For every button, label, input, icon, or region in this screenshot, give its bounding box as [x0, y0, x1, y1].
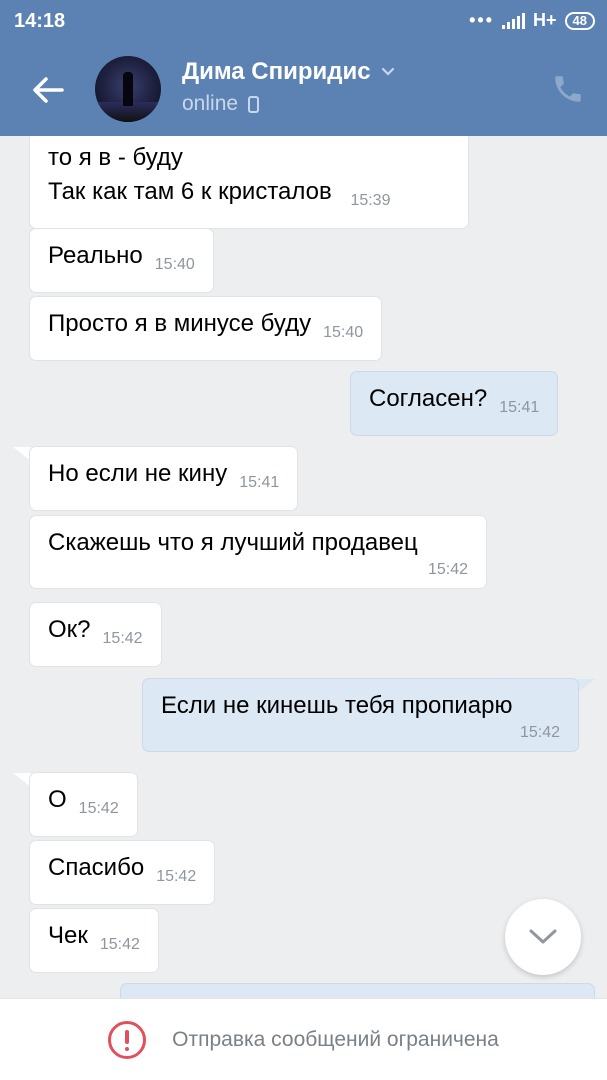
network-type: H+ — [533, 10, 557, 30]
message-incoming[interactable]: Спасибо 15:42 — [29, 840, 216, 905]
message-text: Если не кинешь тебя пропиарю — [161, 692, 513, 719]
message-incoming[interactable]: Чек 15:42 — [29, 908, 159, 973]
message-time: 15:39 — [350, 192, 391, 209]
message-text: Чек — [48, 922, 88, 949]
message-incoming[interactable]: О 15:42 — [29, 772, 138, 837]
notification-dots-icon: ••• — [469, 10, 495, 30]
status-bar: 14:18 ••• H+ 48 — [0, 0, 607, 42]
message-outgoing[interactable]: Согласен? 15:41 — [350, 371, 559, 436]
message-time: 15:42 — [99, 936, 140, 953]
message-time: 15:42 — [102, 630, 143, 647]
status-indicators: ••• H+ 48 — [469, 10, 595, 31]
message-incoming[interactable]: Реально 15:40 — [29, 228, 214, 293]
battery-icon: 48 — [564, 11, 595, 30]
signal-icon — [502, 12, 526, 29]
message-incoming[interactable]: Ок? 15:42 — [29, 602, 162, 667]
message-text: Реально — [48, 242, 143, 269]
message-text-line: Так как там 6 к кристалов — [48, 178, 332, 205]
message-outgoing-partial[interactable] — [120, 983, 595, 998]
message-incoming[interactable]: Но если не кину 15:41 — [29, 446, 299, 511]
restriction-notice: Отправка сообщений ограничена — [172, 1027, 499, 1051]
message-text: О — [48, 786, 67, 813]
app-header: 14:18 ••• H+ 48 Дима Спиридис online — [0, 0, 607, 136]
contact-name: Дима Спиридис — [182, 58, 371, 85]
presence-status: online — [182, 92, 239, 115]
message-text: Согласен? — [369, 385, 488, 412]
message-text: Ок? — [48, 616, 91, 643]
message-time: 15:42 — [427, 561, 468, 578]
message-time: 15:42 — [78, 800, 119, 817]
scroll-down-button[interactable] — [505, 899, 581, 975]
chat-header: Дима Спиридис online — [0, 42, 607, 136]
avatar[interactable] — [95, 56, 161, 122]
mobile-phone-icon — [248, 95, 260, 113]
message-time: 15:42 — [156, 868, 197, 885]
message-incoming[interactable]: Скажешь что я лучший продавец 15:42 — [29, 515, 487, 589]
message-time: 15:42 — [519, 724, 560, 741]
back-arrow-icon[interactable] — [28, 70, 68, 110]
bubble-tail — [577, 679, 595, 693]
scroll-down-icon — [529, 929, 557, 944]
status-time: 14:18 — [14, 10, 66, 32]
message-outgoing[interactable]: Если не кинешь тебя пропиарю 15:42 — [142, 678, 579, 752]
message-text-line: то я в - буду — [48, 144, 183, 171]
message-incoming[interactable]: Просто я в минусе буду 15:40 — [29, 296, 383, 361]
message-time: 15:41 — [239, 474, 280, 491]
contact-title[interactable]: Дима Спиридис — [182, 58, 395, 86]
message-text: Просто я в минусе буду — [48, 310, 312, 337]
chevron-down-icon — [381, 67, 394, 76]
message-time: 15:41 — [499, 399, 540, 416]
message-text: Но если не кину — [48, 460, 228, 487]
message-time: 15:40 — [323, 324, 364, 341]
warning-icon — [108, 1020, 147, 1059]
call-icon[interactable] — [551, 72, 585, 106]
presence-row: online — [182, 92, 260, 116]
message-list[interactable]: то я в - буду Так как там 6 к кристалов … — [0, 136, 607, 998]
message-text: Спасибо — [48, 854, 145, 881]
message-time: 15:40 — [154, 256, 195, 273]
message-incoming[interactable]: то я в - буду Так как там 6 к кристалов … — [29, 136, 469, 229]
message-text: Скажешь что я лучший продавец — [48, 529, 418, 556]
messaging-restricted-bar: Отправка сообщений ограничена — [0, 998, 607, 1080]
